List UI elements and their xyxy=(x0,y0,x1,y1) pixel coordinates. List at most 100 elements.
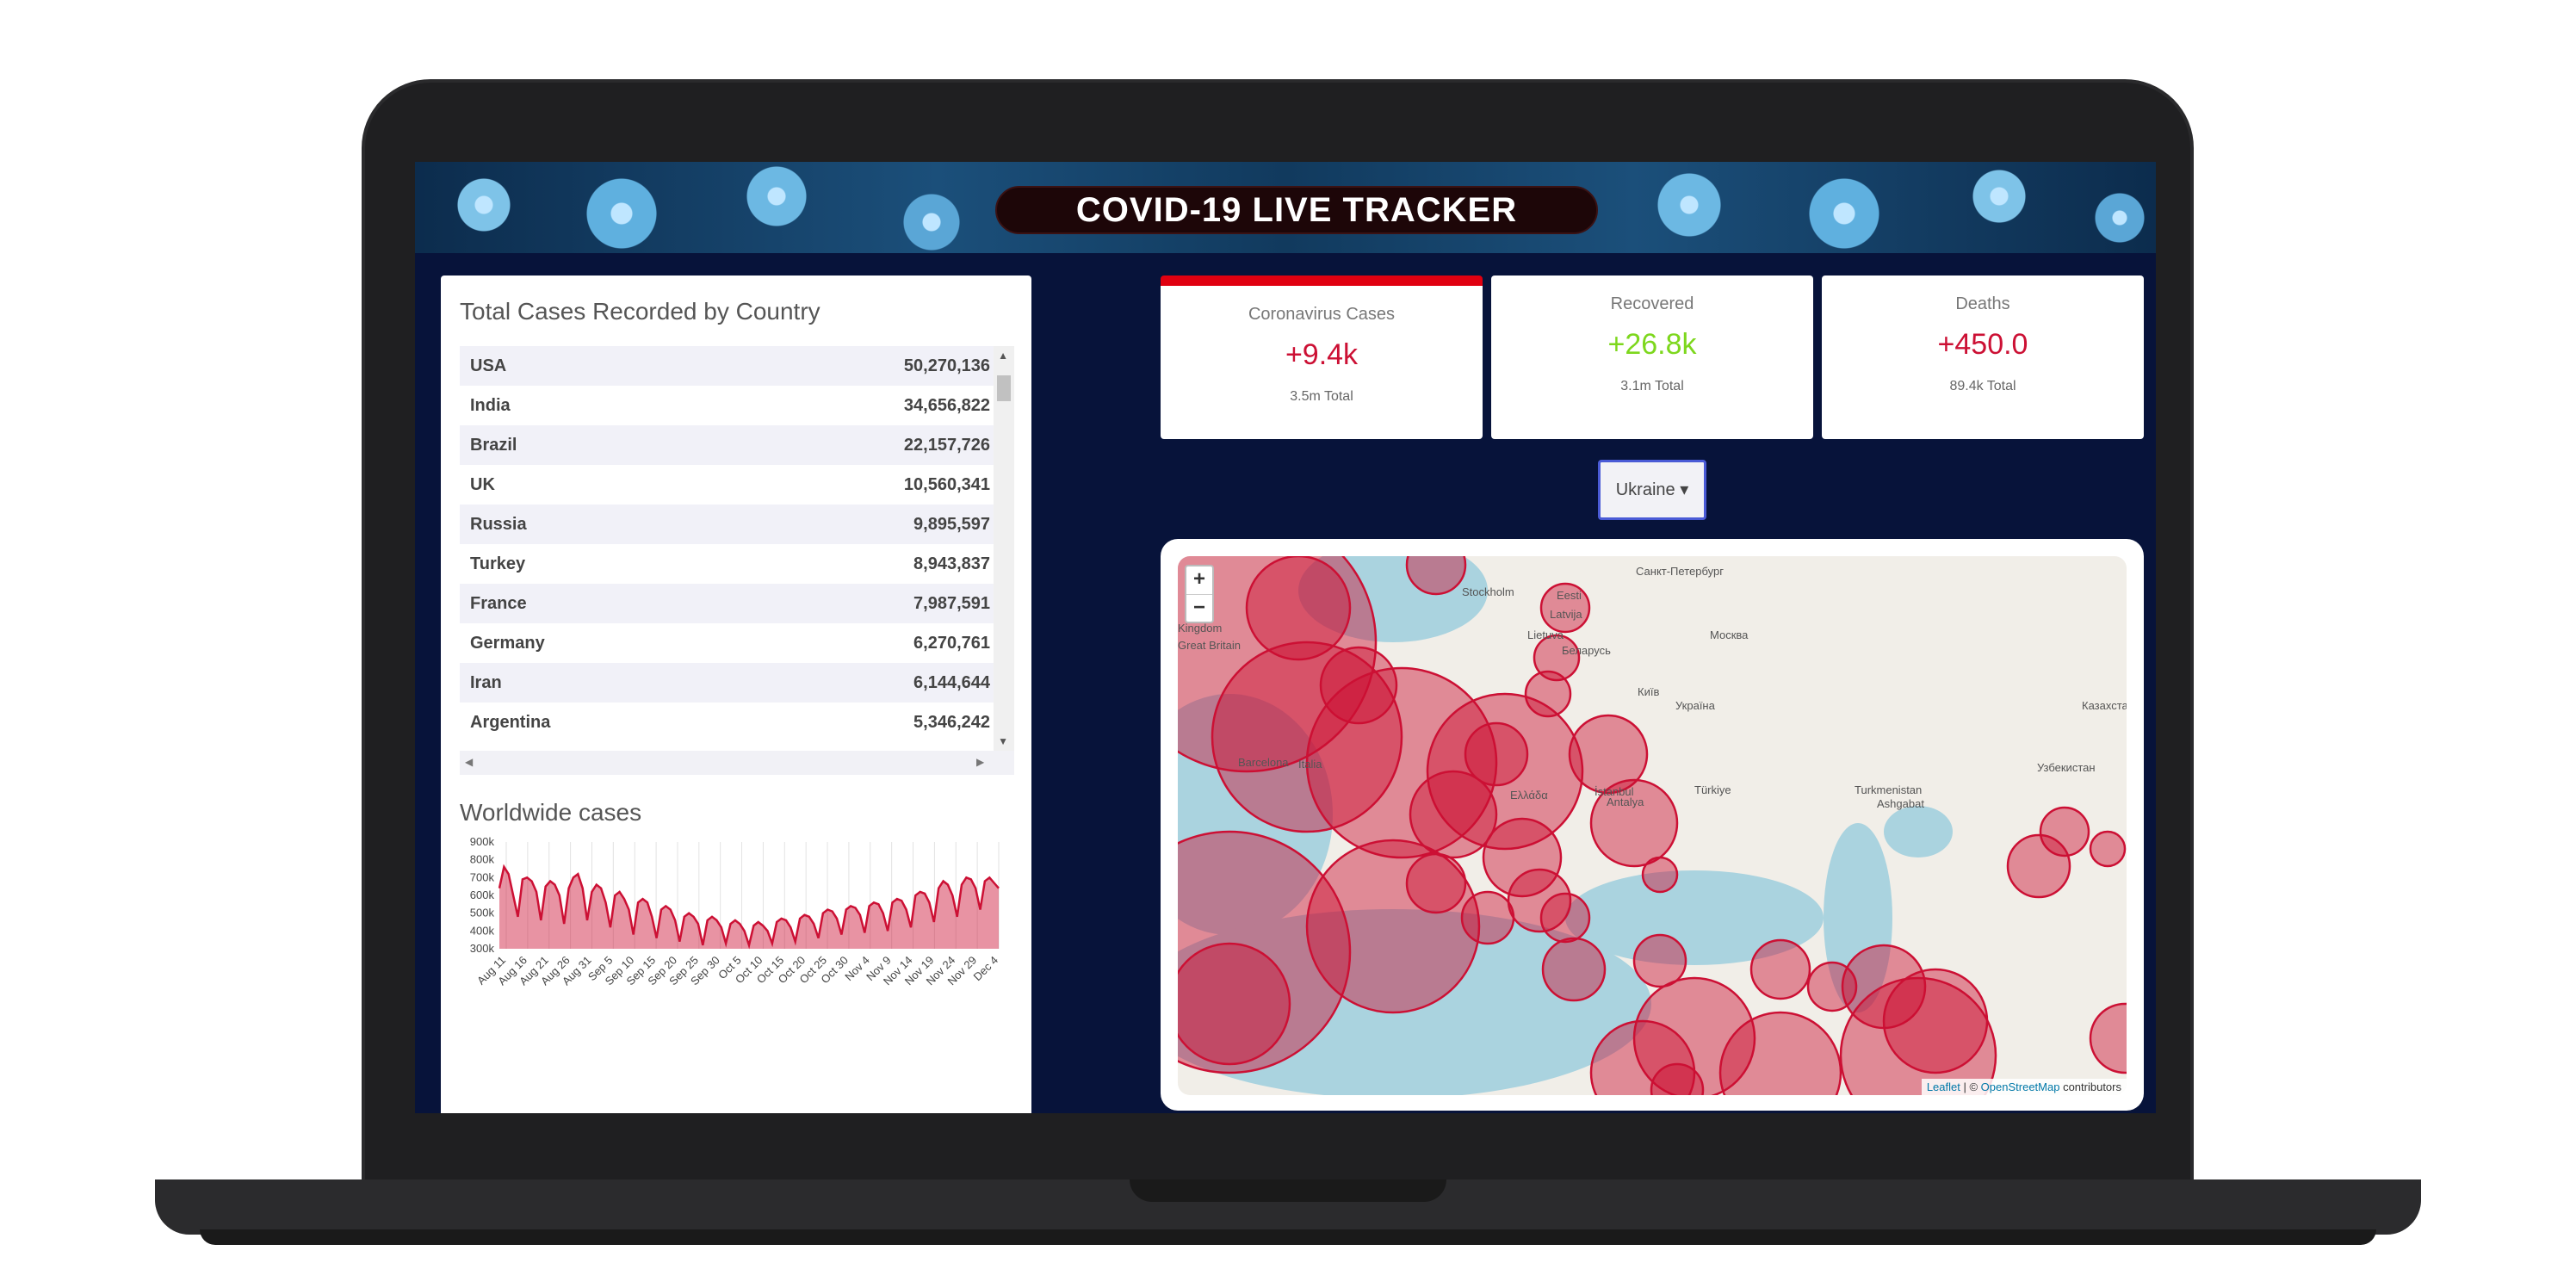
worldwide-cases-chart: 900k800k700k600k500k400k300kAug 11Aug 16… xyxy=(470,835,1000,987)
y-tick-label: 800k xyxy=(470,853,495,866)
country-name: USA xyxy=(470,356,507,375)
table-row[interactable]: Argentina 5,346,242 xyxy=(460,703,1014,742)
map-place-label: Узбекистан xyxy=(2037,761,2096,774)
country-name: France xyxy=(470,593,527,613)
map-place-label: Беларусь xyxy=(1562,644,1611,657)
stat-card-deaths[interactable]: Deaths +450.0 89.4k Total xyxy=(1822,276,2144,439)
map-place-label: Казахстан xyxy=(2082,699,2127,712)
zoom-in-button[interactable]: + xyxy=(1186,566,1212,594)
aral-sea xyxy=(1884,806,1953,857)
scroll-thumb[interactable] xyxy=(997,375,1011,401)
country-name: India xyxy=(470,395,511,415)
map-place-label: Great Britain xyxy=(1178,639,1241,652)
table-row[interactable]: France 7,987,591 xyxy=(460,584,1014,623)
x-tick-label: Dec 4 xyxy=(970,954,1000,984)
header-banner: COVID-19 LIVE TRACKER xyxy=(415,162,2156,253)
scroll-right-arrow-icon[interactable]: ▶ xyxy=(976,756,984,768)
map-place-label: Lietuva xyxy=(1527,628,1564,641)
country-cases: 22,157,726 xyxy=(903,435,990,455)
map-place-label: Ελλάδα xyxy=(1510,789,1548,802)
country-cases: 9,895,597 xyxy=(913,514,990,534)
attribution-tail: contributors xyxy=(2059,1080,2121,1093)
stat-value: +26.8k xyxy=(1607,328,1697,361)
map-place-label: Київ xyxy=(1638,685,1660,698)
scroll-up-arrow-icon[interactable]: ▲ xyxy=(998,350,1008,362)
scroll-down-arrow-icon[interactable]: ▼ xyxy=(998,735,1008,747)
country-cases: 5,346,242 xyxy=(913,712,990,732)
country-cases: 6,144,644 xyxy=(913,672,990,692)
table-row[interactable]: USA 50,270,136 xyxy=(460,346,1014,386)
case-circle xyxy=(1178,942,1291,1066)
case-circle xyxy=(2006,833,2071,899)
stat-total: 89.4k Total xyxy=(1949,379,2016,393)
case-circle xyxy=(1464,721,1529,787)
map-place-label: Україна xyxy=(1675,699,1715,712)
zoom-out-button[interactable]: − xyxy=(1186,594,1212,622)
case-circle xyxy=(1541,937,1607,1002)
country-name: Russia xyxy=(470,514,527,534)
app-screen: COVID-19 LIVE TRACKER Total Cases Record… xyxy=(415,162,2156,1113)
case-circle xyxy=(1405,852,1467,914)
y-tick-label: 700k xyxy=(470,870,495,883)
chevron-down-icon: ▾ xyxy=(1680,480,1689,499)
stat-value: +450.0 xyxy=(1937,328,2028,361)
country-select[interactable]: Ukraine ▾ xyxy=(1598,460,1706,520)
table-row[interactable]: Turkey 8,943,837 xyxy=(460,544,1014,584)
map-card: Санкт-Петербург Stockholm Eesti Latvija Liet… xyxy=(1161,539,2144,1111)
vertical-scrollbar[interactable]: ▲ ▼ xyxy=(994,346,1014,751)
map-place-label: Kingdom xyxy=(1178,622,1223,635)
table-row[interactable]: Brazil 22,157,726 xyxy=(460,425,1014,465)
table-row[interactable]: Germany 6,270,761 xyxy=(460,623,1014,663)
case-circle xyxy=(1632,933,1687,988)
case-circle xyxy=(1641,856,1679,894)
country-select-value: Ukraine xyxy=(1615,480,1675,499)
map-place-label: Barcelona xyxy=(1238,756,1289,769)
table-row[interactable]: UK 10,560,341 xyxy=(460,465,1014,505)
y-tick-label: 400k xyxy=(470,924,495,937)
scroll-left-arrow-icon[interactable]: ◀ xyxy=(465,756,473,768)
app-title: COVID-19 LIVE TRACKER xyxy=(995,186,1598,234)
map-place-label: Москва xyxy=(1710,628,1749,641)
map-place-label: Italia xyxy=(1298,758,1322,771)
country-cases-card: Total Cases Recorded by Country USA 50,27… xyxy=(441,276,1031,1113)
country-name: Turkey xyxy=(470,554,526,573)
country-table[interactable]: USA 50,270,136 India 34,656,822 Brazil 22,157… xyxy=(460,346,1014,783)
country-name: Brazil xyxy=(470,435,517,455)
stat-card-recovered[interactable]: Recovered +26.8k 3.1m Total xyxy=(1491,276,1813,439)
table-row[interactable]: India 34,656,822 xyxy=(460,386,1014,425)
stat-card-cases[interactable]: Coronavirus Cases +9.4k 3.5m Total xyxy=(1161,276,1483,439)
laptop-notch xyxy=(1130,1179,1446,1202)
stat-label: Recovered xyxy=(1610,294,1694,313)
leaflet-link[interactable]: Leaflet xyxy=(1927,1080,1960,1093)
map-attribution: Leaflet | © OpenStreetMap contributors xyxy=(1921,1079,2127,1095)
case-circle xyxy=(2089,1002,2127,1074)
country-cases: 7,987,591 xyxy=(913,593,990,613)
osm-link[interactable]: OpenStreetMap xyxy=(1981,1080,2060,1093)
y-tick-label: 900k xyxy=(470,835,495,848)
country-name: Argentina xyxy=(470,712,551,732)
stat-total: 3.1m Total xyxy=(1620,379,1684,393)
country-name: Iran xyxy=(470,672,502,692)
country-cases: 50,270,136 xyxy=(903,356,990,375)
world-map[interactable]: Санкт-Петербург Stockholm Eesti Latvija Liet… xyxy=(1178,556,2127,1095)
table-row[interactable]: Russia 9,895,597 xyxy=(460,505,1014,544)
horizontal-scrollbar[interactable]: ◀ ▶ xyxy=(460,751,1014,775)
table-row[interactable]: Iran 6,144,644 xyxy=(460,663,1014,703)
laptop-base-shadow xyxy=(200,1229,2376,1245)
stat-total: 3.5m Total xyxy=(1290,389,1353,404)
case-circle xyxy=(1806,961,1858,1012)
map-layer xyxy=(1178,556,2127,1095)
y-tick-label: 500k xyxy=(470,907,495,919)
country-cases: 6,270,761 xyxy=(913,633,990,653)
map-place-label: Ashgabat xyxy=(1877,797,1924,810)
stat-label: Coronavirus Cases xyxy=(1248,305,1396,324)
case-circle xyxy=(2089,830,2127,868)
stat-value: +9.4k xyxy=(1285,338,1359,371)
map-place-label: Antalya xyxy=(1607,796,1644,808)
country-name: Germany xyxy=(470,633,545,653)
country-cases: 8,943,837 xyxy=(913,554,990,573)
zoom-control: + − xyxy=(1185,565,1214,623)
y-tick-label: 600k xyxy=(470,888,495,901)
map-place-label: Turkmenistan xyxy=(1855,783,1923,796)
worldwide-chart-title: Worldwide cases xyxy=(460,799,642,826)
